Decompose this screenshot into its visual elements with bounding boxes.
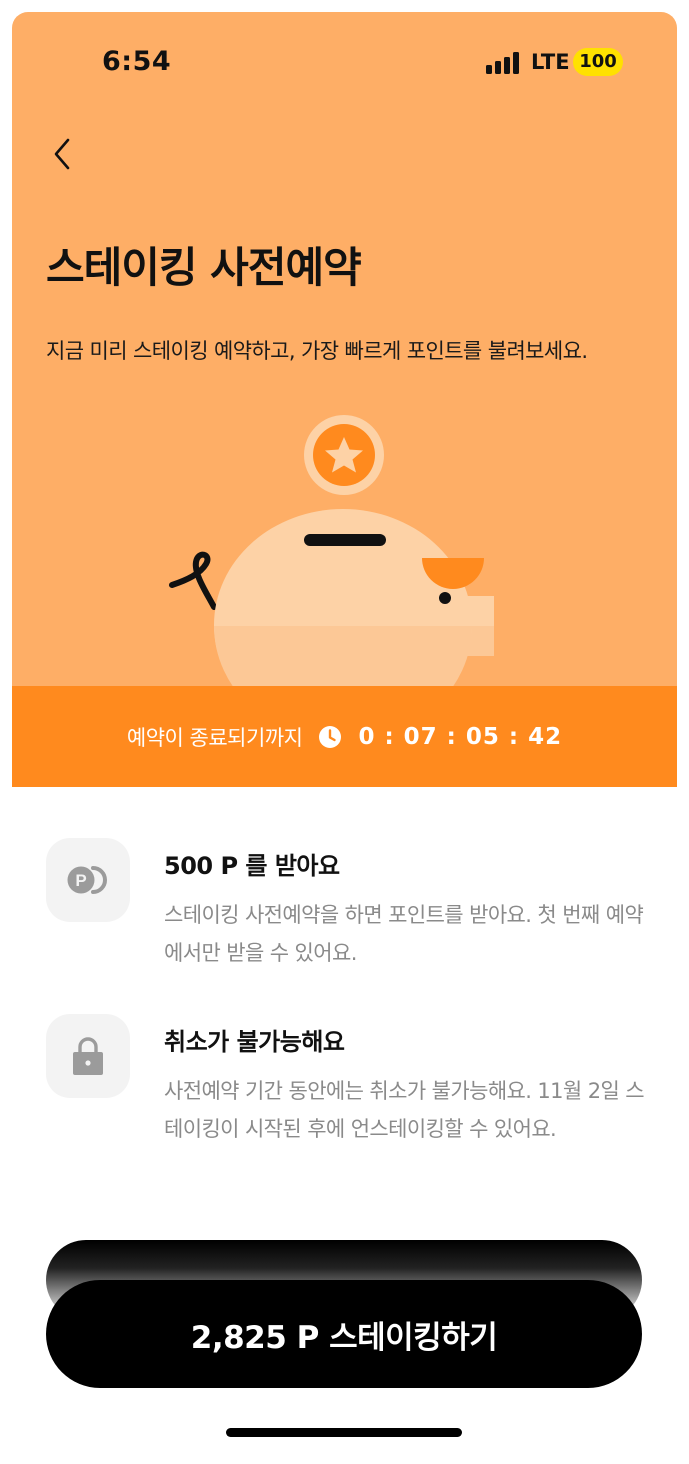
countdown-bar: 예약이 종료되기까지 0 : 07 : 05 : 42	[12, 686, 677, 787]
info-icon-box	[46, 1014, 130, 1098]
info-title: 취소가 불가능해요	[164, 1028, 345, 1056]
piggy-bank-coin-icon	[169, 415, 494, 687]
info-description: 스테이킹 사전예약을 하면 포인트를 받아요. 첫 번째 예약에서만 받을 수 …	[164, 903, 644, 965]
point-coins-icon: P	[67, 866, 107, 894]
page-title: 스테이킹 사전예약	[46, 243, 362, 292]
svg-text:P: P	[75, 871, 86, 890]
status-bar: 6:54 LTE 100	[12, 12, 677, 112]
info-item-no-cancel: 취소가 불가능해요 사전예약 기간 동안에는 취소가 불가능해요. 11월 2일…	[46, 1014, 646, 1154]
clock-icon	[319, 725, 342, 748]
app-screen: 6:54 LTE 100 스테이킹 사전예약 지금 미리 스테이킹 예약하고, …	[12, 12, 677, 1464]
network-type: LTE	[531, 50, 570, 74]
countdown-value: 0 : 07 : 05 : 42	[358, 723, 563, 750]
info-icon-box: P	[46, 838, 130, 922]
home-indicator[interactable]	[226, 1428, 462, 1437]
chevron-left-icon	[54, 138, 70, 170]
back-button[interactable]	[42, 132, 82, 176]
lock-icon	[73, 1037, 103, 1075]
countdown-label: 예약이 종료되기까지	[126, 725, 303, 750]
status-time: 6:54	[102, 46, 172, 77]
signal-strength-icon	[486, 52, 522, 74]
info-title: 500 P 를 받아요	[164, 852, 340, 880]
stake-button[interactable]: 2,825 P 스테이킹하기	[46, 1280, 642, 1388]
info-description: 사전예약 기간 동안에는 취소가 불가능해요. 11월 2일 스테이킹이 시작된…	[164, 1079, 645, 1141]
info-item-points: P 500 P 를 받아요 스테이킹 사전예약을 하면 포인트를 받아요. 첫 …	[46, 838, 646, 978]
battery-badge: 100	[573, 48, 623, 76]
hero-section: 6:54 LTE 100 스테이킹 사전예약 지금 미리 스테이킹 예약하고, …	[12, 12, 677, 687]
page-subtitle: 지금 미리 스테이킹 예약하고, 가장 빠르게 포인트를 불려보세요.	[46, 339, 588, 363]
